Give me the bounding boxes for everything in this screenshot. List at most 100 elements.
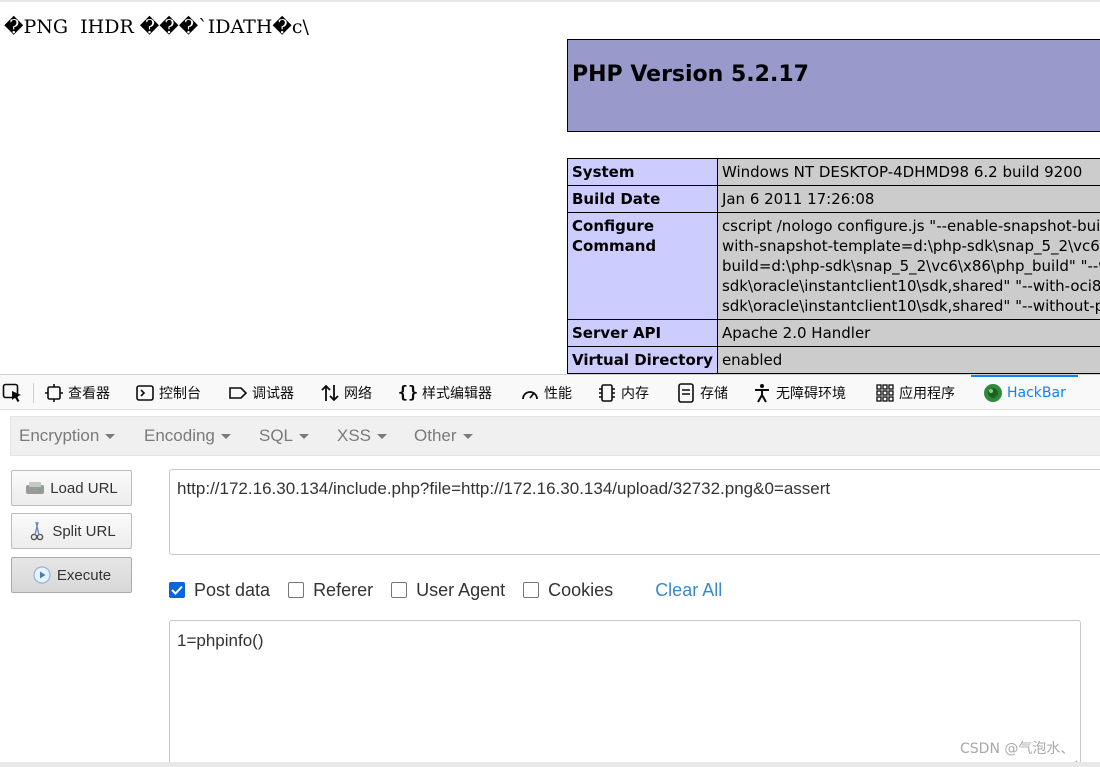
option-label: User Agent bbox=[416, 579, 506, 600]
user-agent-checkbox[interactable]: User Agent bbox=[391, 580, 505, 601]
option-label: Post data bbox=[194, 579, 271, 600]
tab-label: 性能 bbox=[544, 385, 572, 402]
info-value: Windows NT DESKTOP-4DHMD98 6.2 build 920… bbox=[716, 158, 1100, 186]
info-value: Jan 6 2011 17:26:08 bbox=[716, 185, 1100, 213]
menu-label: SQL bbox=[259, 426, 294, 445]
hackbar-menu-bar: Encryption Encoding SQL XSS Other bbox=[10, 416, 1100, 456]
network-icon bbox=[320, 383, 340, 403]
tab-inspector[interactable]: 查看器 bbox=[44, 375, 110, 410]
info-value: Apache 2.0 Handler bbox=[716, 319, 1100, 347]
tab-performance[interactable]: 性能 bbox=[520, 375, 572, 410]
storage-icon bbox=[676, 382, 696, 403]
menu-xss[interactable]: XSS bbox=[337, 426, 388, 446]
tab-label: 查看器 bbox=[68, 385, 110, 402]
info-value-line: build=d:\php-sdk\snap_5_2\vc6\x86\php_bu… bbox=[721, 257, 1100, 275]
page-content: �PNG IHDR ���`IDATH�c\ PHP Version 5.2.1… bbox=[0, 0, 1100, 374]
info-key: Build Date bbox=[567, 185, 718, 213]
menu-sql[interactable]: SQL bbox=[259, 426, 310, 446]
info-value-line: sdk\oracle\instantclient10\sdk,shared" "… bbox=[721, 297, 1100, 315]
inspector-icon bbox=[44, 383, 64, 403]
checkbox-checked-icon bbox=[169, 582, 185, 598]
tab-label: 网络 bbox=[344, 385, 372, 402]
tab-network[interactable]: 网络 bbox=[320, 375, 372, 410]
tab-accessibility[interactable]: 无障碍环境 bbox=[752, 375, 846, 410]
execute-button[interactable]: Execute bbox=[11, 557, 132, 593]
watermark: CSDN @气泡水、 bbox=[960, 741, 1075, 757]
checkbox-icon bbox=[391, 582, 408, 598]
tab-label: 样式编辑器 bbox=[422, 385, 492, 402]
info-value-line: sdk\oracle\instantclient10\sdk,shared" "… bbox=[721, 277, 1100, 295]
php-version-title: PHP Version 5.2.17 bbox=[572, 62, 809, 87]
tab-label: 内存 bbox=[621, 385, 649, 402]
chevron-down-icon bbox=[220, 434, 231, 440]
tab-console[interactable]: 控制台 bbox=[135, 375, 201, 410]
menu-encoding[interactable]: Encoding bbox=[144, 426, 231, 446]
post-data-input[interactable]: 1=phpinfo() bbox=[169, 620, 1081, 767]
post-data-value: 1=phpinfo() bbox=[177, 631, 264, 650]
chevron-down-icon bbox=[462, 434, 473, 440]
chevron-down-icon bbox=[299, 434, 310, 440]
chevron-down-icon bbox=[377, 434, 388, 440]
play-icon bbox=[32, 565, 52, 585]
bottom-edge bbox=[0, 762, 1100, 767]
tab-debugger[interactable]: 调试器 bbox=[228, 375, 294, 410]
info-value: cscript /nologo configure.js "--enable-s… bbox=[716, 212, 1100, 320]
scissors-icon bbox=[27, 521, 47, 541]
info-value-line: cscript /nologo configure.js "--enable-s… bbox=[721, 217, 1100, 235]
menu-label: Encryption bbox=[19, 426, 100, 445]
split-url-button[interactable]: Split URL bbox=[11, 513, 132, 549]
info-value-line: with-snapshot-template=d:\php-sdk\snap_5… bbox=[721, 237, 1100, 255]
menu-encryption[interactable]: Encryption bbox=[19, 426, 116, 446]
element-picker-icon[interactable] bbox=[2, 383, 24, 403]
info-key: Configure Command bbox=[567, 212, 718, 320]
table-row: Server API Apache 2.0 Handler bbox=[567, 319, 1100, 347]
checkbox-icon bbox=[523, 582, 540, 598]
application-icon bbox=[875, 383, 895, 403]
table-row: Build Date Jan 6 2011 17:26:08 bbox=[567, 185, 1100, 213]
button-label: Split URL bbox=[52, 522, 116, 540]
devtools-panel: 查看器 控制台 调试器 网络 {} 样式编辑器 性能 内存 存储 无障碍环境 应… bbox=[0, 374, 1100, 767]
post-data-checkbox[interactable]: Post data bbox=[169, 580, 270, 601]
console-icon bbox=[135, 383, 155, 403]
option-label: Referer bbox=[313, 579, 374, 600]
tab-memory[interactable]: 内存 bbox=[597, 375, 649, 410]
phpinfo-table: System Windows NT DESKTOP-4DHMD98 6.2 bu… bbox=[567, 158, 1100, 374]
php-version-header: PHP Version 5.2.17 bbox=[567, 39, 1100, 132]
request-options: Post data Referer User Agent Cookies Cle… bbox=[169, 578, 722, 602]
referer-checkbox[interactable]: Referer bbox=[288, 580, 373, 601]
performance-icon bbox=[520, 383, 540, 403]
menu-label: XSS bbox=[337, 426, 372, 445]
load-url-icon bbox=[25, 478, 45, 498]
menu-other[interactable]: Other bbox=[414, 426, 473, 446]
tab-label: 应用程序 bbox=[899, 385, 955, 402]
table-row: Configure Command cscript /nologo config… bbox=[567, 212, 1100, 320]
menu-label: Encoding bbox=[144, 426, 215, 445]
clear-all-link[interactable]: Clear All bbox=[655, 580, 722, 601]
tab-label: 存储 bbox=[700, 385, 728, 402]
page-top-border bbox=[0, 0, 1100, 2]
tab-application[interactable]: 应用程序 bbox=[875, 375, 955, 410]
info-key: System bbox=[567, 158, 718, 186]
tab-style-editor[interactable]: {} 样式编辑器 bbox=[398, 375, 492, 410]
devtools-tab-bar: 查看器 控制台 调试器 网络 {} 样式编辑器 性能 内存 存储 无障碍环境 应… bbox=[0, 374, 1100, 410]
info-key: Virtual Directory bbox=[567, 346, 718, 374]
info-key-line: Configure Command bbox=[572, 217, 657, 255]
menu-label: Other bbox=[414, 426, 457, 445]
checkbox-icon bbox=[288, 582, 305, 598]
load-url-button[interactable]: Load URL bbox=[11, 470, 132, 506]
tab-label: 调试器 bbox=[252, 385, 294, 402]
url-value: http://172.16.30.134/include.php?file=ht… bbox=[177, 479, 831, 498]
tab-hackbar[interactable]: HackBar bbox=[971, 375, 1078, 410]
url-input[interactable]: http://172.16.30.134/include.php?file=ht… bbox=[169, 469, 1100, 555]
info-value: enabled bbox=[716, 346, 1100, 374]
table-row: System Windows NT DESKTOP-4DHMD98 6.2 bu… bbox=[567, 158, 1100, 186]
tab-storage[interactable]: 存储 bbox=[676, 375, 728, 410]
tab-label: HackBar bbox=[1007, 384, 1066, 401]
tab-label: 控制台 bbox=[159, 385, 201, 402]
memory-icon bbox=[597, 383, 617, 403]
button-label: Execute bbox=[56, 566, 112, 584]
info-key: Server API bbox=[567, 319, 718, 347]
cookies-checkbox[interactable]: Cookies bbox=[523, 580, 613, 601]
tab-label: 无障碍环境 bbox=[776, 385, 846, 402]
tab-separator bbox=[33, 383, 34, 403]
